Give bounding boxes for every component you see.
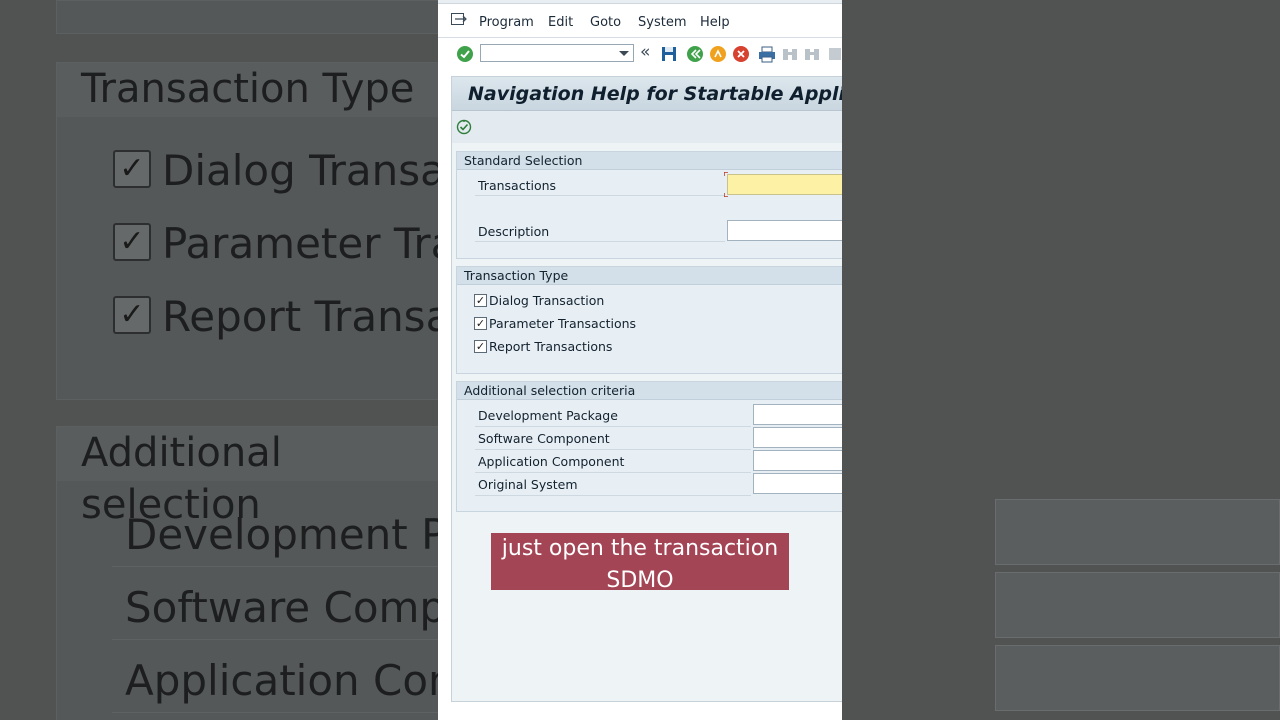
- required-marker-icon: [724, 172, 728, 176]
- menu-help[interactable]: Help: [700, 15, 730, 30]
- parameter-transactions-checkbox[interactable]: ✓: [474, 317, 487, 330]
- bg-divider: [112, 566, 442, 567]
- software-component-input[interactable]: [753, 427, 842, 448]
- group-transaction-type: Transaction Type ✓ Dialog Transaction ✓ …: [456, 266, 842, 374]
- window-top-edge: [438, 0, 842, 4]
- dialog-transaction-checkbox[interactable]: ✓: [474, 294, 487, 307]
- original-system-label: Original System: [478, 477, 578, 492]
- collapse-command-icon[interactable]: «: [640, 42, 650, 62]
- bg-checkbox-label: Dialog Transact: [162, 146, 486, 195]
- menu-system[interactable]: System: [638, 15, 686, 30]
- video-caption: just open the transaction SDMO: [491, 533, 789, 593]
- bg-input: [995, 645, 1280, 711]
- save-icon[interactable]: [660, 45, 678, 63]
- menu-program[interactable]: Program: [479, 15, 534, 30]
- field-divider: [475, 472, 751, 473]
- dialog-transaction-label: Dialog Transaction: [489, 293, 605, 308]
- bg-divider: [112, 712, 442, 713]
- bg-checkbox: ✓: [113, 150, 151, 188]
- page-first-icon[interactable]: [827, 45, 842, 63]
- software-component-label: Software Component: [478, 431, 610, 446]
- bg-group-header: Additional selection: [57, 427, 455, 528]
- back-icon[interactable]: [686, 45, 704, 63]
- required-marker-icon: [724, 193, 728, 197]
- caption-line-2: SDMO: [606, 568, 674, 593]
- find-next-icon[interactable]: [803, 45, 821, 63]
- group-header: Standard Selection: [457, 152, 842, 170]
- bg-checkbox-label: Parameter Tran: [162, 219, 483, 268]
- execute-icon[interactable]: [456, 119, 472, 135]
- bg-input: [995, 572, 1280, 638]
- development-package-label: Development Package: [478, 408, 618, 423]
- original-system-input[interactable]: [753, 473, 842, 494]
- group-header: Additional selection criteria: [457, 382, 842, 400]
- menu-goto[interactable]: Goto: [590, 15, 621, 30]
- development-package-input[interactable]: [753, 404, 842, 425]
- sap-window: Program Edit Goto System Help « Navigati…: [438, 0, 842, 720]
- chevron-down-icon[interactable]: [619, 51, 629, 56]
- bg-input: [995, 499, 1280, 565]
- title-bar: Navigation Help for Startable Applicati: [452, 77, 842, 111]
- transactions-label: Transactions: [478, 178, 557, 193]
- screen-area: Navigation Help for Startable Applicati …: [451, 76, 842, 702]
- report-transactions-label: Report Transactions: [489, 339, 613, 354]
- application-component-label: Application Component: [478, 454, 625, 469]
- menu-exit-icon[interactable]: [451, 13, 467, 25]
- exit-icon[interactable]: [709, 45, 727, 63]
- group-additional-criteria: Additional selection criteria Developmen…: [456, 381, 842, 512]
- caption-line-1: just open the transaction: [501, 536, 779, 561]
- transactions-input[interactable]: [727, 174, 842, 195]
- standard-toolbar: «: [438, 38, 842, 70]
- bg-panel-top: [56, 0, 456, 34]
- bg-divider: [112, 639, 442, 640]
- parameter-transactions-label: Parameter Transactions: [489, 316, 637, 331]
- command-field[interactable]: [480, 44, 634, 62]
- application-toolbar: [452, 111, 842, 143]
- field-divider: [475, 449, 751, 450]
- field-divider: [475, 195, 725, 196]
- bg-group-header: Transaction Type: [57, 63, 455, 117]
- enter-icon[interactable]: [456, 45, 474, 63]
- report-transactions-checkbox[interactable]: ✓: [474, 340, 487, 353]
- field-divider: [475, 426, 751, 427]
- find-icon[interactable]: [781, 45, 799, 63]
- field-divider: [475, 241, 725, 242]
- group-standard-selection: Standard Selection Transactions Descript…: [456, 151, 842, 259]
- menu-edit[interactable]: Edit: [548, 15, 573, 30]
- bg-checkbox: ✓: [113, 296, 151, 334]
- group-header: Transaction Type: [457, 267, 842, 285]
- bg-checkbox: ✓: [113, 223, 151, 261]
- description-label: Description: [478, 224, 550, 239]
- menu-bar: Program Edit Goto System Help: [438, 6, 842, 38]
- application-component-input[interactable]: [753, 450, 842, 471]
- field-divider: [475, 495, 751, 496]
- print-icon[interactable]: [758, 45, 776, 63]
- screen-title: Navigation Help for Startable Applicati: [468, 83, 842, 105]
- cancel-icon[interactable]: [732, 45, 750, 63]
- description-input[interactable]: [727, 220, 842, 241]
